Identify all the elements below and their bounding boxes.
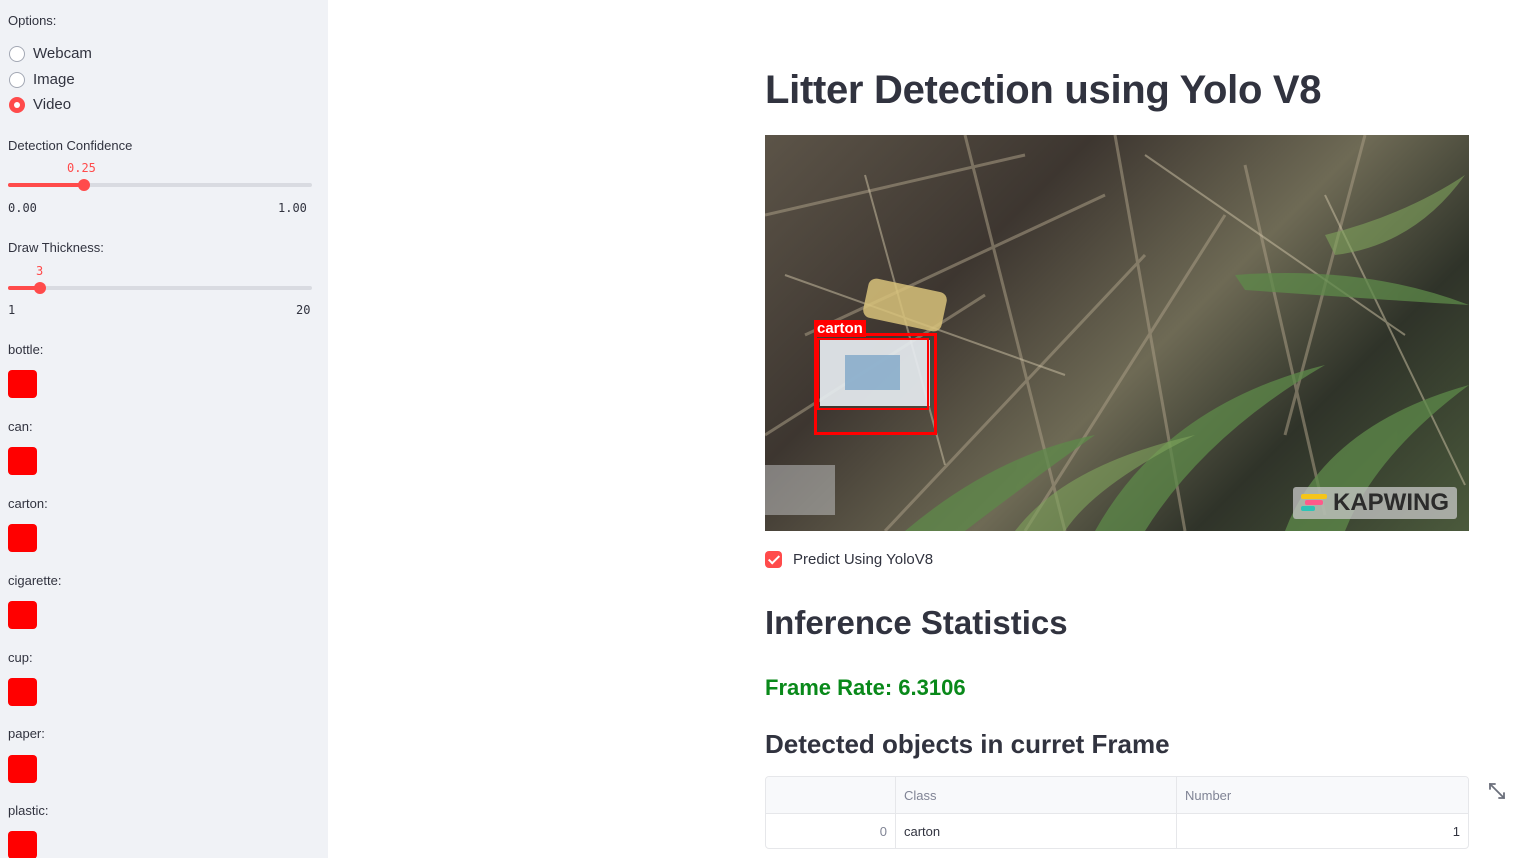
plastic-color-picker[interactable] [8,831,37,858]
kapwing-logo-icon [1301,494,1327,512]
confidence-label: Detection Confidence [8,138,133,153]
table-header-number[interactable]: Number [1177,777,1468,813]
slider-thumb[interactable] [78,179,90,191]
detected-heading: Detected objects in curret Frame [765,729,1170,759]
radio-circle-icon[interactable] [9,45,25,62]
radio-webcam[interactable]: Webcam [9,45,92,62]
bottle-color-label: bottle: [8,342,44,357]
paper-color-picker[interactable] [8,755,37,783]
radio-image[interactable]: Image [9,71,75,88]
predict-checkbox[interactable]: Predict Using YoloV8 [765,551,933,568]
carton-color-picker[interactable] [8,524,37,552]
fullscreen-expand-icon[interactable] [1488,782,1506,800]
radio-video[interactable]: Video [9,96,71,113]
thickness-label: Draw Thickness: [8,240,104,255]
bottle-color-picker[interactable] [8,370,37,398]
thickness-max: 20 [296,303,311,317]
slider-fill [8,183,84,187]
thickness-min: 1 [8,303,16,317]
detection-box-inner [817,338,929,410]
thickness-value: 3 [36,264,44,278]
thickness-slider[interactable] [8,282,312,294]
detections-table[interactable]: Class Number 0 carton 1 [765,776,1469,849]
detection-label: carton [814,320,866,337]
plastic-color-label: plastic: [8,803,49,818]
page-title: Litter Detection using Yolo V8 [765,68,1322,112]
cup-color-label: cup: [8,650,33,665]
can-color-picker[interactable] [8,447,37,475]
table-cell-class[interactable]: carton [896,814,1177,848]
table-header-class[interactable]: Class [896,777,1177,813]
frame-rate: Frame Rate: 6.3106 [765,675,966,700]
slider-thumb[interactable] [34,282,46,294]
predict-checkbox-label: Predict Using YoloV8 [793,551,934,568]
watermark: KAPWING [1293,487,1457,519]
main-content: Litter Detection using Yolo V8 carton KA… [328,0,1520,858]
carton-color-label: carton: [8,496,48,511]
table-row[interactable]: 0 carton 1 [766,813,1468,848]
table-cell-number[interactable]: 1 [1177,814,1468,848]
options-label: Options: [8,13,57,28]
radio-label: Video [33,96,72,113]
video-frame: carton KAPWING [765,135,1469,531]
table-header-index [766,777,896,813]
paper-color-label: paper: [8,726,45,741]
radio-label: Image [33,71,75,88]
checkbox-checked-icon[interactable] [765,551,782,568]
cigarette-color-picker[interactable] [8,601,37,629]
confidence-max: 1.00 [278,201,307,215]
radio-circle-icon[interactable] [9,71,25,88]
table-cell-index: 0 [766,814,896,848]
confidence-min: 0.00 [8,201,37,215]
confidence-slider[interactable] [8,179,312,191]
watermark-text: KAPWING [1333,489,1449,516]
stats-heading: Inference Statistics [765,604,1068,641]
table-header-row: Class Number [766,777,1468,813]
radio-selected-icon[interactable] [9,96,25,113]
can-color-label: can: [8,419,33,434]
sidebar: Options: Webcam Image Video Detection Co… [0,0,328,858]
radio-label: Webcam [33,45,92,62]
cup-color-picker[interactable] [8,678,37,706]
confidence-value: 0.25 [67,161,96,175]
cigarette-color-label: cigarette: [8,573,62,588]
